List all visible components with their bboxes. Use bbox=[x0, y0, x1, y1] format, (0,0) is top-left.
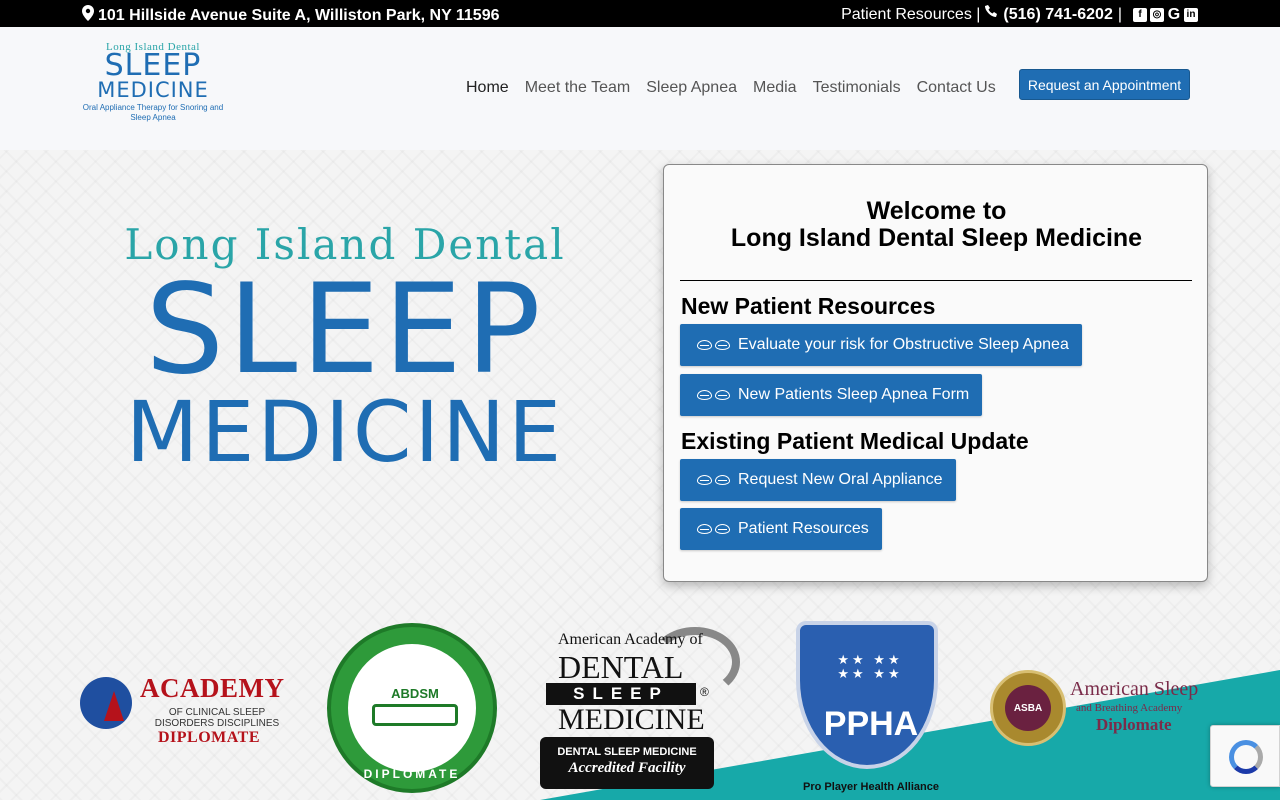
address-text: 101 Hillside Avenue Suite A, Williston P… bbox=[98, 6, 500, 24]
abdsm-seal-inner: ABDSM bbox=[345, 641, 479, 775]
hero-section: Long Island Dental SLEEP MEDICINE Welcom… bbox=[0, 150, 1280, 800]
welcome-card: Welcome to Long Island Dental Sleep Medi… bbox=[663, 164, 1208, 582]
sleep-eyes-icon bbox=[697, 475, 730, 485]
asba-line1: American Sleep bbox=[1070, 678, 1199, 700]
facebook-icon[interactable]: f bbox=[1133, 7, 1147, 22]
asba-seal-text: ASBA bbox=[1005, 685, 1051, 731]
divider bbox=[680, 280, 1192, 281]
aadsm-line3: SLEEP bbox=[546, 683, 696, 705]
nav-testimonials[interactable]: Testimonials bbox=[813, 79, 901, 97]
abdsm-label: ABDSM bbox=[391, 686, 439, 701]
abdsm-diplomate: DIPLOMATE bbox=[363, 767, 461, 781]
site-logo[interactable]: Long Island Dental SLEEP MEDICINE Oral A… bbox=[82, 41, 224, 123]
button-label: Patient Resources bbox=[738, 520, 869, 537]
abdsm-diplomate-badge: ABDSM DIPLOMATE bbox=[327, 623, 497, 793]
existing-patient-heading: Existing Patient Medical Update bbox=[681, 428, 1029, 454]
aadsm-line2: DENTAL bbox=[558, 649, 684, 685]
evaluate-risk-button[interactable]: Evaluate your risk for Obstructive Sleep… bbox=[680, 324, 1082, 366]
button-label: Evaluate your risk for Obstructive Sleep… bbox=[738, 336, 1069, 353]
logo-tagline: Oral Appliance Therapy for Snoring and S… bbox=[82, 103, 224, 122]
new-patient-heading: New Patient Resources bbox=[681, 293, 936, 319]
nav-home[interactable]: Home bbox=[466, 79, 509, 97]
registered-mark: ® bbox=[700, 685, 709, 699]
hero-logo: Long Island Dental SLEEP MEDICINE bbox=[50, 220, 640, 474]
asba-diplomate-badge: ASBA American Sleep and Breathing Academ… bbox=[990, 670, 1205, 750]
asba-line3: Diplomate bbox=[1096, 715, 1172, 734]
ppha-badge: ★★ ★★ ★★ ★★ PPHA Pro Player Health Allian… bbox=[796, 621, 941, 796]
button-label: Request New Oral Appliance bbox=[738, 471, 943, 488]
welcome-title: Welcome to Long Island Dental Sleep Medi… bbox=[664, 198, 1209, 252]
sleep-eyes-icon bbox=[697, 340, 730, 350]
ppha-caption: Pro Player Health Alliance bbox=[803, 781, 939, 793]
acsdd-subtitle: OF CLINICAL SLEEP DISORDERS DISCIPLINES bbox=[154, 707, 280, 729]
aadsm-accredited-box: DENTAL SLEEP MEDICINE Accredited Facilit… bbox=[540, 737, 714, 789]
acsdd-title: ACADEMY bbox=[140, 673, 285, 703]
top-bar-right: Patient Resources | (516) 741-6202 | f ◎… bbox=[841, 5, 1198, 24]
acsdd-logo-icon bbox=[80, 677, 132, 729]
aadsm-accredited-line1: DENTAL SLEEP MEDICINE bbox=[557, 746, 697, 758]
sleep-eyes-icon bbox=[697, 390, 730, 400]
patient-resources-button[interactable]: Patient Resources bbox=[680, 508, 882, 550]
address[interactable]: 101 Hillside Avenue Suite A, Williston P… bbox=[82, 5, 500, 26]
map-pin-icon bbox=[82, 5, 94, 26]
hero-logo-line2: SLEEP bbox=[145, 258, 545, 402]
hero-logo-line3: MEDICINE bbox=[125, 383, 565, 481]
nav-media[interactable]: Media bbox=[753, 79, 797, 97]
logo-line2: SLEEP bbox=[104, 48, 202, 83]
phone-link[interactable]: (516) 741-6202 bbox=[985, 5, 1113, 24]
phone-number: (516) 741-6202 bbox=[1003, 5, 1113, 23]
nav-sleep-apnea[interactable]: Sleep Apnea bbox=[646, 79, 737, 97]
ppha-text: PPHA bbox=[823, 705, 919, 743]
phone-icon bbox=[985, 5, 999, 24]
nav-meet-the-team[interactable]: Meet the Team bbox=[525, 79, 631, 97]
sleep-eyes-icon bbox=[697, 524, 730, 534]
recaptcha-icon bbox=[1229, 740, 1263, 774]
linkedin-icon[interactable]: in bbox=[1184, 7, 1198, 22]
google-icon[interactable]: G bbox=[1167, 6, 1181, 23]
request-oral-appliance-button[interactable]: Request New Oral Appliance bbox=[680, 459, 956, 501]
nav-contact-us[interactable]: Contact Us bbox=[917, 79, 996, 97]
request-appointment-button[interactable]: Request an Appointment bbox=[1019, 69, 1190, 100]
patient-resources-link[interactable]: Patient Resources | bbox=[841, 6, 980, 24]
new-patients-form-button[interactable]: New Patients Sleep Apnea Form bbox=[680, 374, 983, 416]
instagram-icon[interactable]: ◎ bbox=[1150, 7, 1164, 22]
site-header: Long Island Dental SLEEP MEDICINE Oral A… bbox=[0, 27, 1280, 150]
social-links: f ◎ G in bbox=[1133, 6, 1198, 23]
aadsm-line1: American Academy of bbox=[558, 631, 703, 648]
logo-line3: MEDICINE bbox=[97, 78, 209, 102]
button-label: New Patients Sleep Apnea Form bbox=[738, 386, 970, 403]
separator: | bbox=[1117, 5, 1122, 23]
stars-icon: ★★ ★★ ★★ ★★ bbox=[837, 652, 903, 681]
main-nav: Home Meet the Team Sleep Apnea Media Tes… bbox=[466, 79, 996, 97]
welcome-title-line2: Long Island Dental Sleep Medicine bbox=[730, 224, 1143, 252]
aadsm-accredited-line2: Accredited Facility bbox=[568, 760, 686, 776]
aadsm-accredited-badge: American Academy of DENTAL SLEEP MEDICIN… bbox=[540, 627, 740, 792]
recaptcha-widget[interactable] bbox=[1210, 725, 1280, 787]
aadsm-line4: MEDICINE bbox=[558, 703, 705, 736]
asba-line2: and Breathing Academy bbox=[1076, 702, 1183, 714]
top-bar: 101 Hillside Avenue Suite A, Williston P… bbox=[0, 0, 1280, 27]
abdsm-arrow-icon bbox=[372, 704, 458, 726]
asba-seal-icon: ASBA bbox=[990, 670, 1066, 746]
welcome-title-line1: Welcome to bbox=[866, 197, 1007, 225]
acsdd-diplomate-badge: ACADEMY OF CLINICAL SLEEP DISORDERS DISC… bbox=[80, 673, 290, 746]
acsdd-diplomate: DIPLOMATE bbox=[158, 729, 260, 746]
ppha-shield-icon: ★★ ★★ ★★ ★★ PPHA bbox=[796, 621, 938, 769]
